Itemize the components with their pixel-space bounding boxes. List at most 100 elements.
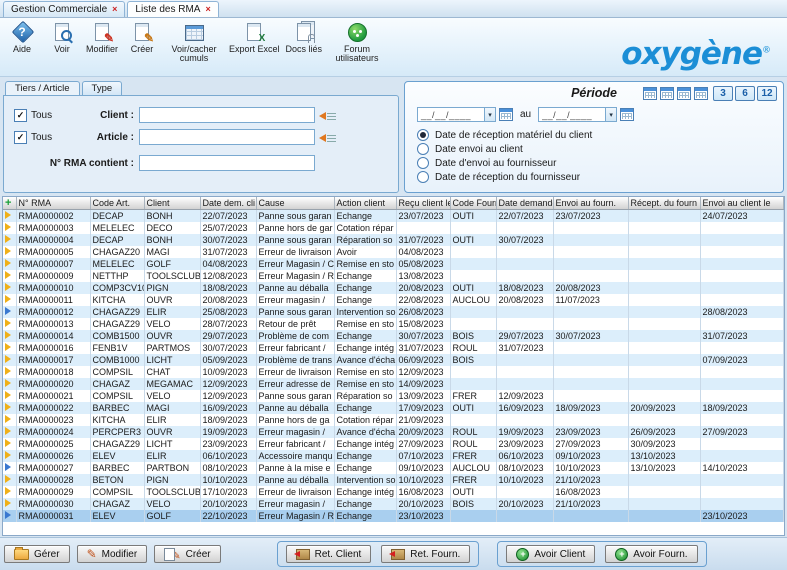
column-header[interactable]: Envoi au client le (700, 197, 784, 210)
mini-calendar-icon[interactable] (643, 87, 657, 100)
ret-fourn-button[interactable]: Ret. Fourn. (381, 545, 470, 563)
radio-date-reception-fournisseur[interactable]: Date de réception du fournisseur (417, 170, 783, 184)
voir-cacher-cumuls-button[interactable]: Voir/cacher cumuls (162, 21, 226, 64)
add-row-icon[interactable]: + (5, 197, 11, 209)
table-row[interactable]: RMA0000028BETONPIGN10/10/2023Panne au dé… (3, 474, 784, 486)
table-row[interactable]: RMA0000009NETTHPTOOLSCLUB12/08/2023Erreu… (3, 270, 784, 282)
linked-docs-icon (292, 21, 316, 44)
column-header[interactable]: Date demande (496, 197, 553, 210)
article-lookup-icon[interactable] (319, 131, 337, 144)
table-row[interactable]: RMA0000025CHAGAZ29LICHT23/09/2023Erreur … (3, 438, 784, 450)
ret-client-button[interactable]: Ret. Client (286, 545, 372, 563)
table-row[interactable]: RMA0000012CHAGAZ29ELIR25/08/2023Panne so… (3, 306, 784, 318)
column-header[interactable]: Envoi au fourn. (553, 197, 628, 210)
table-row[interactable]: RMA0000021COMPSILVELO12/09/2023Panne sou… (3, 390, 784, 402)
date-to-calendar-icon[interactable] (620, 108, 634, 121)
footer-bar: Gérer ✎Modifier ✎Créer Ret. Client Ret. Fou… (0, 537, 787, 570)
table-row[interactable]: RMA0000022BARBECMAGI16/09/2023Panne au d… (3, 402, 784, 414)
table-row[interactable]: RMA0000003MELELECDECO25/07/2023Panne hor… (3, 222, 784, 234)
tab-gestion-commerciale[interactable]: Gestion Commerciale × (3, 1, 125, 17)
table-row[interactable]: RMA0000020CHAGAZMEGAMAC12/09/2023Erreur … (3, 378, 784, 390)
column-header[interactable]: N° RMA (16, 197, 90, 210)
table-cell: 16/08/2023 (553, 486, 628, 498)
column-header[interactable]: Cause (256, 197, 334, 210)
radio-date-envoi-fournisseur[interactable]: Date d'envoi au fournisseur (417, 156, 783, 170)
article-input[interactable] (139, 129, 315, 145)
modifier-button[interactable]: ✎Modifier (77, 545, 148, 563)
period-3-months-button[interactable]: 3 (713, 86, 733, 101)
date-to-dropdown-icon[interactable]: ▾ (606, 107, 617, 122)
column-header[interactable]: Code Art. (90, 197, 144, 210)
rma-input[interactable] (139, 155, 315, 171)
modifier-button[interactable]: ✎Modifier (82, 21, 122, 54)
tous-client-checkbox[interactable]: ✓Tous (14, 109, 72, 122)
table-row[interactable]: RMA0000007MELELECGOLF04/08/2023Erreur Ma… (3, 258, 784, 270)
client-lookup-icon[interactable] (319, 109, 337, 122)
table-row[interactable]: RMA0000002DECAPBONH22/07/2023Panne sous … (3, 210, 784, 223)
table-cell: 05/09/2023 (200, 354, 256, 366)
rma-list-window: Gestion Commerciale × Liste des RMA × ?A… (0, 0, 787, 193)
table-cell: OUTI (450, 402, 496, 414)
date-from-calendar-icon[interactable] (499, 108, 513, 121)
table-row[interactable]: RMA0000018COMPSILCHAT10/09/2023Erreur de… (3, 366, 784, 378)
table-row[interactable]: RMA0000014COMB1500OUVR29/07/2023Problème… (3, 330, 784, 342)
period-12-months-button[interactable]: 12 (757, 86, 777, 101)
table-row[interactable]: RMA0000005CHAGAZ20MAGI31/07/2023Erreur d… (3, 246, 784, 258)
tab-tiers-article[interactable]: Tiers / Article (5, 81, 80, 95)
export-excel-button[interactable]: XExport Excel (226, 21, 283, 54)
table-cell (700, 318, 784, 330)
close-tab-icon[interactable]: × (112, 5, 117, 14)
table-row[interactable]: RMA0000016FENB1VPARTMOS30/07/2023Erreur … (3, 342, 784, 354)
date-from-input[interactable]: __/__/____ (417, 107, 485, 122)
table-cell: Intervention so (334, 306, 396, 318)
table-cell: BOIS (450, 498, 496, 510)
aide-button[interactable]: ?Aide (2, 21, 42, 54)
table-cell: RMA0000005 (16, 246, 90, 258)
mini-calendar-icon[interactable] (660, 87, 674, 100)
column-header[interactable]: Client (144, 197, 200, 210)
radio-date-reception-materiel-client[interactable]: Date de réception matériel du client (417, 128, 783, 142)
table-cell: Panne hors de gar (256, 222, 334, 234)
table-row[interactable]: RMA0000026ELEVELIR06/10/2023Accessoire m… (3, 450, 784, 462)
date-from-dropdown-icon[interactable]: ▾ (485, 107, 496, 122)
table-row[interactable]: RMA0000031ELEVGOLF22/10/2023Erreur Magas… (3, 510, 784, 522)
gerer-button[interactable]: Gérer (4, 545, 70, 563)
docs-lies-button[interactable]: Docs liés (283, 21, 326, 54)
table-row[interactable]: RMA0000023KITCHAELIR18/09/2023Panne hors… (3, 414, 784, 426)
table-cell: Panne sous garan (256, 210, 334, 223)
table-row[interactable]: RMA0000027BARBECPARTBON08/10/2023Panne à… (3, 462, 784, 474)
table-row[interactable]: RMA0000024PERCPER3OUVR19/09/2023Erreur m… (3, 426, 784, 438)
table-row[interactable]: RMA0000010COMP3CV10PIGN18/08/2023Panne a… (3, 282, 784, 294)
tab-type[interactable]: Type (82, 81, 123, 95)
column-header[interactable]: Action client (334, 197, 396, 210)
column-header[interactable]: Reçu client le (396, 197, 450, 210)
column-header[interactable]: Date dem. cli (200, 197, 256, 210)
voir-button[interactable]: Voir (42, 21, 82, 54)
column-header[interactable]: Récept. du fourn (628, 197, 700, 210)
table-row[interactable]: RMA0000013CHAGAZ29VELO28/07/2023Retour d… (3, 318, 784, 330)
client-input[interactable] (139, 107, 315, 123)
table-row[interactable]: RMA0000017COMB1000LICHT05/09/2023Problèm… (3, 354, 784, 366)
table-cell: DECO (144, 222, 200, 234)
close-tab-icon[interactable]: × (205, 5, 210, 14)
creer-button[interactable]: ✎Créer (154, 545, 220, 563)
table-row[interactable]: RMA0000011KITCHAOUVR20/08/2023Erreur mag… (3, 294, 784, 306)
tab-liste-des-rma[interactable]: Liste des RMA × (127, 1, 218, 17)
creer-button[interactable]: ✎Créer (122, 21, 162, 54)
table-row[interactable]: RMA0000004DECAPBONH30/07/2023Panne sous … (3, 234, 784, 246)
mini-calendar-icon[interactable] (677, 87, 691, 100)
avoir-fourn-button[interactable]: Avoir Fourn. (605, 545, 697, 563)
column-header[interactable]: Code Fourn. (450, 197, 496, 210)
tous-article-checkbox[interactable]: ✓Tous (14, 131, 72, 144)
mini-calendar-icon[interactable] (694, 87, 708, 100)
table-cell: Echange intég (334, 438, 396, 450)
table-row[interactable]: RMA0000029COMPSILTOOLSCLUB17/10/2023Erre… (3, 486, 784, 498)
table-cell (496, 222, 553, 234)
date-to-input[interactable]: __/__/____ (538, 107, 606, 122)
period-6-months-button[interactable]: 6 (735, 86, 755, 101)
avoir-client-button[interactable]: Avoir Client (506, 545, 595, 563)
radio-date-envoi-client[interactable]: Date envoi au client (417, 142, 783, 156)
table-cell: 31/07/2023 (396, 234, 450, 246)
forum-utilisateurs-button[interactable]: Forum utilisateurs (325, 21, 389, 64)
table-row[interactable]: RMA0000030CHAGAZVELO20/10/2023Erreur mag… (3, 498, 784, 510)
